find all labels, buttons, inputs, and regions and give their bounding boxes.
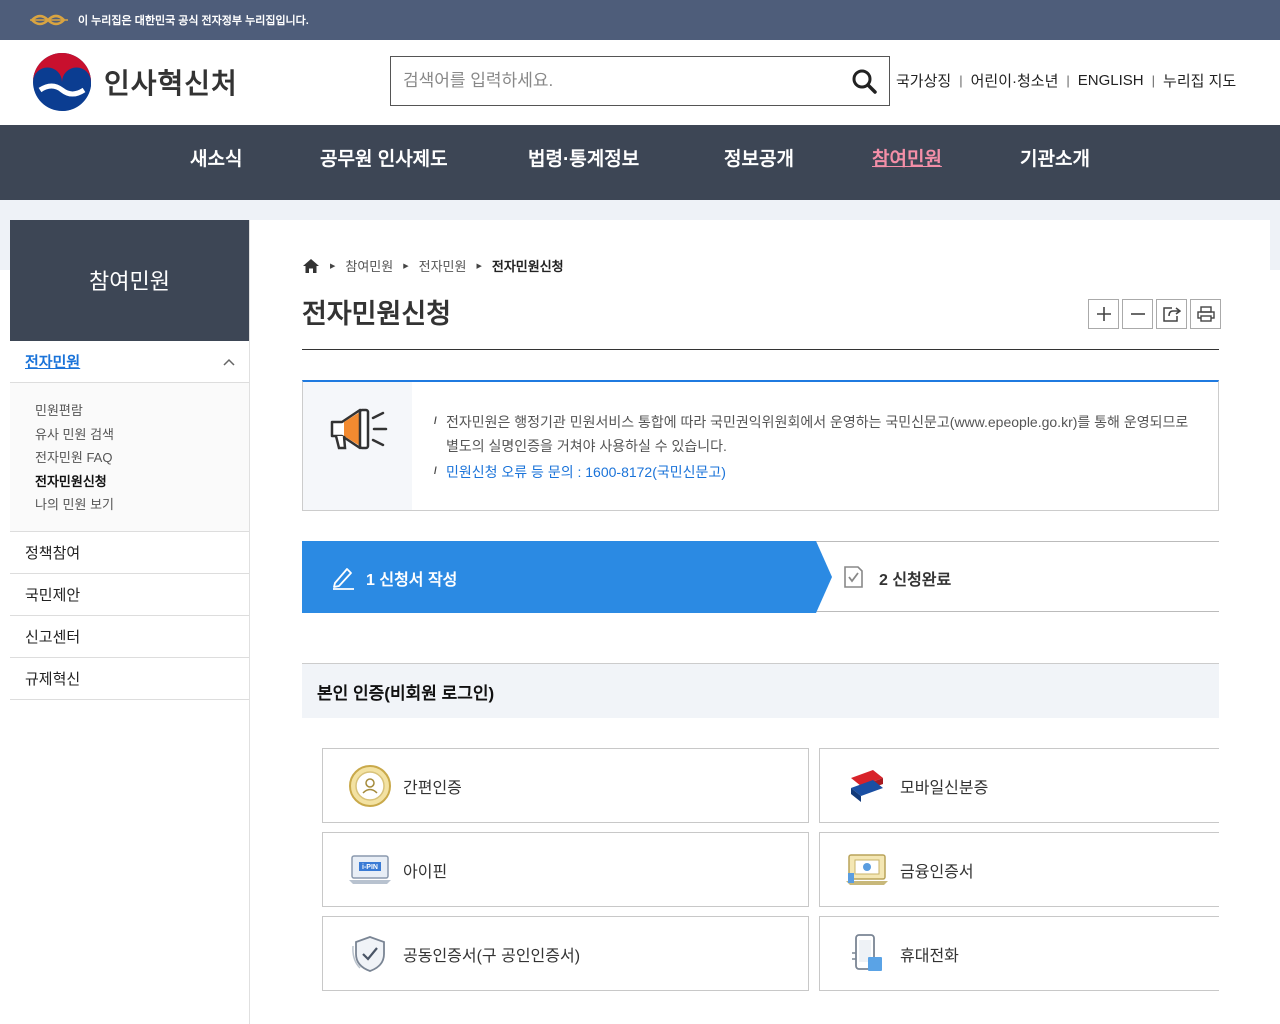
auth-financial-cert-button[interactable]: 금융인증서 [819,832,1219,907]
utility-links: 국가상징 | 어린이·청소년 | ENGLISH | 누리집 지도 [896,70,1236,91]
side-nav-item-policy[interactable]: 정책참여 [10,532,249,574]
auth-mobile-phone-label: 휴대전화 [900,947,959,965]
auth-ipin-label: 아이핀 [403,863,448,881]
util-separator: | [959,73,963,88]
search-input[interactable] [403,71,851,91]
breadcrumb-arrow-icon: ▶ [476,262,482,270]
step-1-label: 1 신청서 작성 [366,572,458,589]
step-indicator: 1 신청서 작성 2 신청완료 [302,541,1219,613]
share-icon [1162,307,1181,322]
main-nav: 새소식 공무원 인사제도 법령·통계정보 정보공개 참여민원 기관소개 [0,125,1280,200]
step-2-label: 2 신청완료 [879,572,952,589]
home-icon[interactable] [302,258,320,274]
util-link-national-symbols[interactable]: 국가상징 [896,70,951,91]
document-check-icon [844,566,863,588]
side-nav-item-regulation[interactable]: 규제혁신 [10,658,249,700]
gov-emblem-icon [30,14,68,26]
bullet-icon: / [434,466,437,477]
submenu-item-guide[interactable]: 민원편람 [35,399,249,423]
breadcrumb: ▶ 참여민원 ▶ 전자민원 ▶ 전자민원신청 [302,256,564,275]
title-divider [302,349,1219,350]
notice-line-1: 전자민원은 행정기관 민원서비스 통합에 따라 국민권익위원회에서 운영하는 국… [446,414,1189,454]
auth-financial-cert-label: 금융인증서 [900,863,974,881]
page-title: 전자민원신청 [302,299,452,329]
nav-item-info-disclosure[interactable]: 정보공개 [724,125,794,200]
auth-ipin-button[interactable]: i-PIN 아이핀 [322,832,809,907]
search-icon[interactable] [851,68,877,94]
mobile-phone-icon [844,931,890,977]
site-logo-text: 인사혁신처 [104,68,238,99]
page-tools [1088,299,1221,329]
header: 인사혁신처 국가상징 | 어린이·청소년 | ENGLISH | 누리집 지도 [0,40,1280,125]
util-link-sitemap[interactable]: 누리집 지도 [1163,70,1236,91]
nav-item-news[interactable]: 새소식 [190,125,242,200]
nav-item-participation[interactable]: 참여민원 [872,125,942,200]
financial-cert-icon [844,847,890,893]
util-link-english[interactable]: ENGLISH [1078,72,1144,89]
breadcrumb-arrow-icon: ▶ [403,262,409,270]
mobile-id-icon [844,763,890,809]
megaphone-icon [330,408,387,450]
breadcrumb-item[interactable]: 참여민원 [345,256,393,275]
util-separator: | [1066,73,1070,88]
simple-auth-icon [347,763,393,809]
plus-icon [1096,307,1111,321]
auth-section-title: 본인 인증(비회원 로그인) [302,663,1219,718]
chevron-up-icon [223,358,235,366]
notice-text: / 전자민원은 행정기관 민원서비스 통합에 따라 국민권익위원회에서 운영하는 … [412,382,1218,510]
print-icon [1196,306,1215,322]
auth-joint-cert-label: 공동인증서(구 공인인증서) [403,947,581,965]
notice-line-2: 민원신청 오류 등 문의 : 1600-8172(국민신문고) [446,464,726,480]
breadcrumb-current: 전자민원신청 [491,259,564,274]
pencil-icon [333,568,354,590]
search-box [390,56,890,106]
side-nav-submenu: 민원편람 유사 민원 검색 전자민원 FAQ 전자민원신청 나의 민원 보기 [10,383,249,532]
submenu-item-similar-search[interactable]: 유사 민원 검색 [35,423,249,447]
side-nav-item-report[interactable]: 신고센터 [10,616,249,658]
taegeuk-logo-icon [33,53,91,112]
bullet-icon: / [434,416,437,427]
zoom-out-button[interactable] [1122,299,1153,329]
auth-joint-cert-button[interactable]: 공동인증서(구 공인인증서) [322,916,809,991]
side-nav: 참여민원 전자민원 민원편람 유사 민원 검색 전자민원 FAQ 전자민원신청 … [10,220,250,1024]
breadcrumb-arrow-icon: ▶ [330,262,336,270]
minus-icon [1130,313,1145,315]
side-nav-section-e-civil[interactable]: 전자민원 [10,341,249,383]
gov-banner: 이 누리집은 대한민국 공식 전자정부 누리집입니다. [0,0,1280,40]
zoom-in-button[interactable] [1088,299,1119,329]
auth-mobile-phone-button[interactable]: 휴대전화 [819,916,1219,991]
side-nav-section-label: 전자민원 [25,354,81,371]
side-nav-item-proposal[interactable]: 국민제안 [10,574,249,616]
auth-simple-button[interactable]: 간편인증 [322,748,809,823]
notice-icon-area [303,382,412,510]
submenu-item-faq[interactable]: 전자민원 FAQ [35,446,249,470]
joint-cert-icon [347,931,393,977]
side-nav-title: 참여민원 [10,220,249,341]
gov-banner-text: 이 누리집은 대한민국 공식 전자정부 누리집입니다. [78,15,309,27]
print-button[interactable] [1190,299,1221,329]
submenu-item-my-petitions[interactable]: 나의 민원 보기 [35,493,249,517]
breadcrumb-item[interactable]: 전자민원 [419,256,467,275]
submenu-item-apply[interactable]: 전자민원신청 [35,470,249,494]
auth-simple-label: 간편인증 [403,779,462,797]
auth-mobile-id-label: 모바일신분증 [900,779,989,797]
main-content: ▶ 참여민원 ▶ 전자민원 ▶ 전자민원신청 전자민원신청 / 전자민원은 행정… [250,220,1270,1024]
util-separator: | [1151,73,1156,88]
site-logo[interactable]: 인사혁신처 [32,52,238,112]
auth-mobile-id-button[interactable]: 모바일신분증 [819,748,1219,823]
ipin-icon: i-PIN [347,847,393,893]
nav-item-laws-stats[interactable]: 법령·통계정보 [528,125,639,200]
util-link-kids[interactable]: 어린이·청소년 [971,70,1059,91]
nav-item-hr-system[interactable]: 공무원 인사제도 [320,125,448,200]
share-button[interactable] [1156,299,1187,329]
notice-box: / 전자민원은 행정기관 민원서비스 통합에 따라 국민권익위원회에서 운영하는 … [302,380,1219,511]
nav-item-about[interactable]: 기관소개 [1020,125,1090,200]
svg-text:i-PIN: i-PIN [362,864,378,871]
